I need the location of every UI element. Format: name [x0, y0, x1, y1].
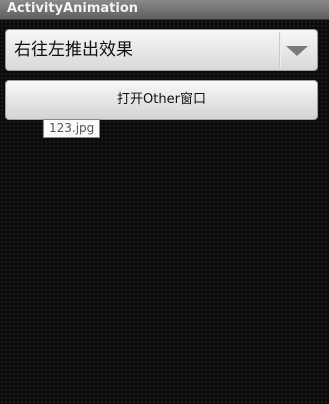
title-bar: ActivityAnimation	[0, 0, 329, 20]
app-title: ActivityAnimation	[7, 1, 139, 16]
spinner-selected-value: 右往左推出效果	[14, 40, 133, 60]
filename-tooltip: 123.jpg	[43, 119, 101, 138]
chevron-down-icon	[286, 46, 308, 56]
animation-effect-spinner[interactable]: 右往左推出效果	[5, 29, 318, 71]
spinner-divider	[279, 32, 281, 68]
open-other-window-button[interactable]: 打开Other窗口	[5, 80, 318, 120]
